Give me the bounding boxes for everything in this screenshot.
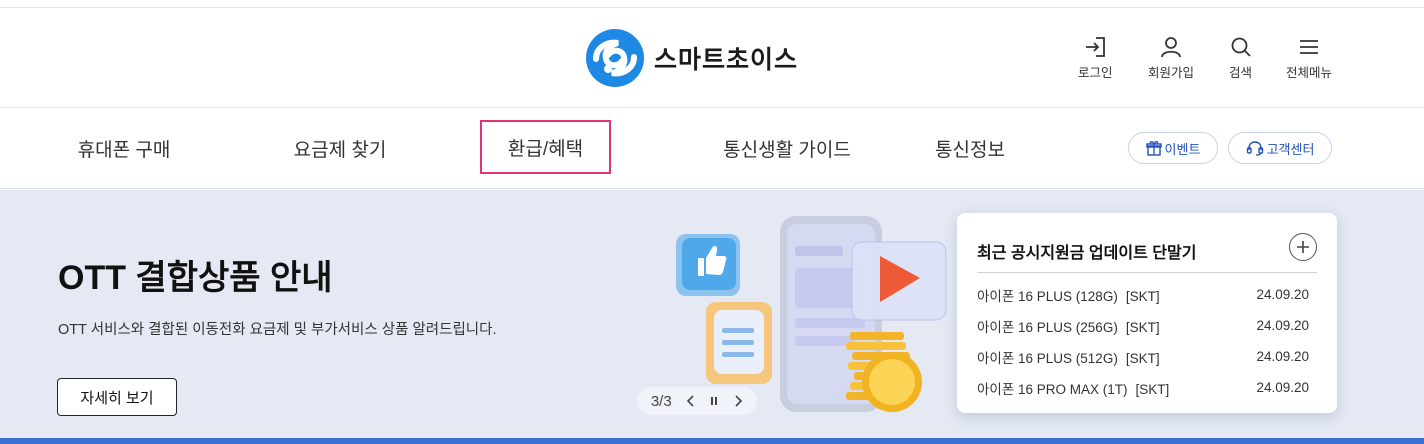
device-date: 24.09.20	[1256, 380, 1309, 395]
nav-item-telecom-info[interactable]: 통신정보	[918, 108, 1022, 189]
login-label: 로그인	[1078, 66, 1113, 80]
card-divider	[977, 272, 1317, 273]
logo-text: 스마트초이스	[654, 46, 799, 74]
login-icon	[1086, 37, 1106, 57]
search-label: 검색	[1229, 66, 1253, 80]
slide-next-button[interactable]	[733, 394, 743, 408]
slide-pause-button[interactable]	[709, 395, 719, 407]
chevron-left-icon	[686, 395, 694, 407]
nav-item-telecom-guide[interactable]: 통신생활 가이드	[706, 108, 868, 189]
all-menu-button[interactable]: 전체메뉴	[1286, 36, 1332, 81]
customer-center-label: 고객센터	[1266, 141, 1315, 157]
hero-title: OTT 결합상품 안내	[58, 259, 333, 297]
search-icon	[1231, 37, 1251, 57]
view-details-button[interactable]: 자세히 보기	[57, 378, 177, 416]
accent-bar	[0, 438, 1424, 444]
signup-label: 회원가입	[1148, 66, 1195, 80]
card-title: 최근 공시지원금 업데이트 단말기	[977, 245, 1197, 262]
search-button[interactable]: 검색	[1229, 36, 1252, 81]
slide-prev-button[interactable]	[686, 394, 696, 408]
nav-item-phone-purchase[interactable]: 휴대폰 구매	[62, 108, 186, 189]
hamburger-menu-icon	[1300, 40, 1318, 54]
device-row[interactable]: 아이폰 16 PLUS (256G) [SKT] 24.09.20	[977, 310, 1309, 341]
device-name: 아이폰 16 PLUS (512G)	[977, 350, 1118, 366]
main-nav: 휴대폰 구매 요금제 찾기 환급/혜택 통신생활 가이드 통신정보 이벤트 고객…	[0, 108, 1424, 189]
customer-center-button[interactable]: 고객센터	[1228, 132, 1332, 164]
headset-icon	[1246, 141, 1263, 156]
device-date: 24.09.20	[1256, 349, 1309, 364]
document-icon	[706, 302, 772, 384]
slider-controls: 3/3	[637, 387, 757, 415]
all-menu-label: 전체메뉴	[1286, 66, 1333, 80]
device-name-wrap: 아이폰 16 PLUS (512G) [SKT]	[977, 347, 1160, 367]
device-name: 아이폰 16 PRO MAX (1T)	[977, 381, 1128, 397]
hero-description: OTT 서비스와 결합된 이동전화 요금제 및 부가서비스 상품 알려드립니다.	[58, 322, 497, 338]
device-row[interactable]: 아이폰 16 PLUS (128G) [SKT] 24.09.20	[977, 279, 1309, 310]
gift-icon	[1145, 141, 1162, 156]
device-carrier: [SKT]	[1135, 381, 1170, 397]
event-label: 이벤트	[1164, 141, 1201, 157]
nav-item-plan-search[interactable]: 요금제 찾기	[278, 108, 402, 189]
play-video-icon	[851, 241, 947, 321]
signup-button[interactable]: 회원가입	[1148, 36, 1194, 81]
device-carrier: [SKT]	[1125, 288, 1160, 304]
plus-icon	[1297, 241, 1309, 253]
thumbs-up-icon	[676, 234, 740, 296]
coin-stack-icon	[846, 332, 922, 412]
pause-icon	[711, 397, 718, 405]
slide-counter: 3/3	[650, 392, 672, 410]
device-row[interactable]: 아이폰 16 PRO MAX (1T) [SKT] 24.09.20	[977, 372, 1309, 403]
device-date: 24.09.20	[1256, 318, 1309, 333]
device-date: 24.09.20	[1256, 287, 1309, 302]
login-button[interactable]: 로그인	[1078, 36, 1113, 81]
site-header: 스마트초이스 로그인 회원가입 검색 전체메뉴	[0, 8, 1424, 108]
device-name-wrap: 아이폰 16 PRO MAX (1T) [SKT]	[977, 378, 1169, 398]
user-icon	[1161, 37, 1181, 58]
chevron-right-icon	[735, 395, 743, 407]
logo-mark-icon	[586, 29, 644, 87]
site-logo[interactable]: 스마트초이스	[586, 28, 798, 88]
device-carrier: [SKT]	[1125, 350, 1160, 366]
nav-item-refund-benefits[interactable]: 환급/혜택	[480, 120, 611, 174]
device-name-wrap: 아이폰 16 PLUS (128G) [SKT]	[977, 285, 1160, 305]
device-row[interactable]: 아이폰 16 PLUS (512G) [SKT] 24.09.20	[977, 341, 1309, 372]
device-list: 아이폰 16 PLUS (128G) [SKT] 24.09.20 아이폰 16 …	[977, 279, 1309, 403]
more-button[interactable]	[1289, 233, 1317, 261]
device-name: 아이폰 16 PLUS (256G)	[977, 319, 1118, 335]
device-carrier: [SKT]	[1125, 319, 1160, 335]
event-button[interactable]: 이벤트	[1128, 132, 1218, 164]
device-name: 아이폰 16 PLUS (128G)	[977, 288, 1118, 304]
subsidy-update-card: 최근 공시지원금 업데이트 단말기 아이폰 16 PLUS (128G) [SKT…	[957, 213, 1337, 413]
device-name-wrap: 아이폰 16 PLUS (256G) [SKT]	[977, 316, 1160, 336]
